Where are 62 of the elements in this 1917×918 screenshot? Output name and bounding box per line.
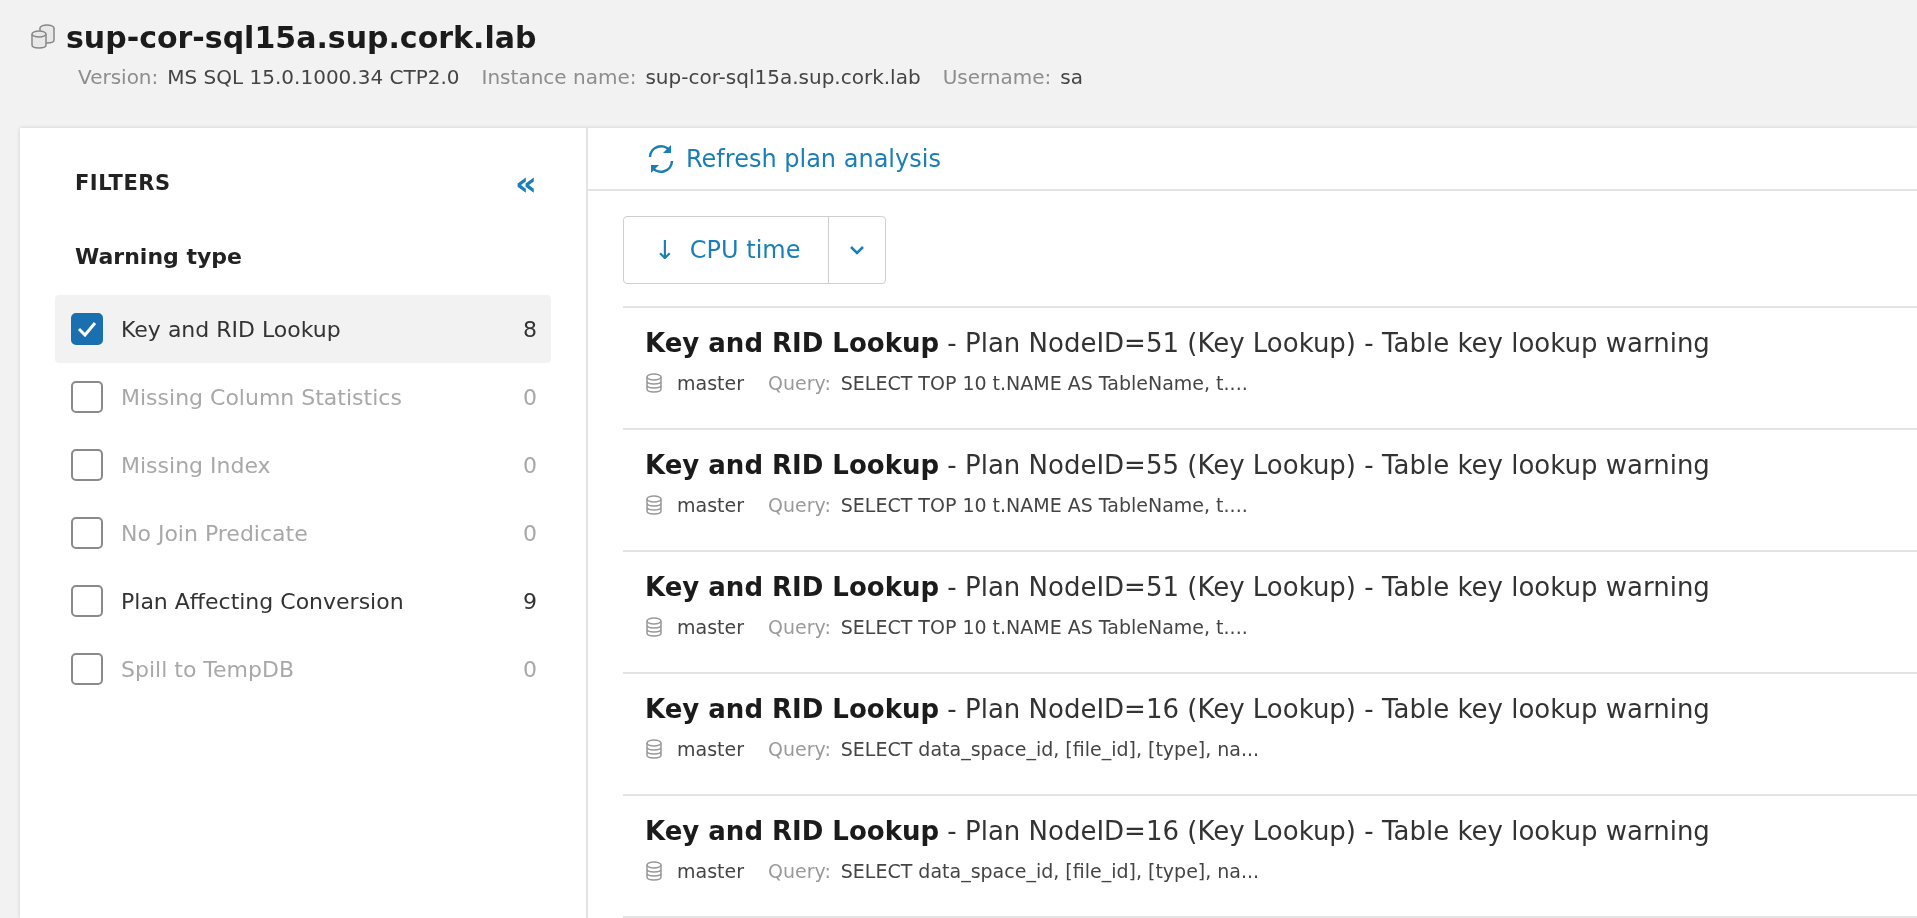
- caret-icon: [849, 245, 866, 255]
- warning-row[interactable]: Key and RID Lookup - Plan NodeID=16 (Key Lookup) - Table key lookup warning master Query: SELECT data_space_id, [file_id], [type], na...: [623, 796, 1917, 918]
- database-icon: [645, 495, 663, 515]
- meta-value: sa: [1060, 65, 1083, 89]
- meta-label: Username:: [942, 65, 1052, 89]
- refresh-link[interactable]: Refresh plan analysis: [644, 141, 941, 176]
- meta-label: Instance name:: [481, 65, 637, 89]
- checkbox[interactable]: [71, 313, 103, 345]
- warning-title: Key and RID Lookup - Plan NodeID=55 (Key Lookup) - Table key lookup warning: [645, 450, 1711, 480]
- query-label: Query:: [768, 494, 831, 516]
- warning-row[interactable]: Key and RID Lookup - Plan NodeID=16 (Key Lookup) - Table key lookup warning master Query: SELECT data_space_id, [file_id], [type], na...: [623, 674, 1917, 796]
- check-icon: [77, 321, 97, 337]
- filter-count: 0: [522, 384, 537, 410]
- filter-label: Key and RID Lookup: [121, 316, 342, 342]
- meta-value: MS SQL 15.0.1000.34 CTP2.0: [167, 65, 460, 89]
- filter-count: 8: [522, 316, 537, 342]
- filters-heading: FILTERS: [75, 171, 171, 195]
- database-name: master: [677, 616, 744, 638]
- database-name: master: [677, 372, 744, 394]
- warning-title: Key and RID Lookup - Plan NodeID=16 (Key Lookup) - Table key lookup warning: [645, 816, 1711, 846]
- database-icon: [645, 373, 663, 393]
- filter-count: 0: [522, 452, 537, 478]
- database-icon: [645, 739, 663, 759]
- filter-item[interactable]: Plan Affecting Conversion 9: [55, 567, 551, 635]
- filter-label: Spill to TempDB: [121, 656, 295, 682]
- warning-title: Key and RID Lookup - Plan NodeID=51 (Key Lookup) - Table key lookup warning: [645, 328, 1711, 358]
- database-name: master: [677, 494, 744, 516]
- query-text: SELECT TOP 10 t.NAME AS TableName, t....: [840, 494, 1248, 516]
- query-text: SELECT TOP 10 t.NAME AS TableName, t....: [840, 616, 1248, 638]
- query-label: Query:: [768, 738, 831, 760]
- server-title: sup-cor-sql15a.sup.cork.lab: [66, 20, 537, 55]
- filter-label: No Join Predicate: [121, 520, 309, 546]
- filter-item[interactable]: Key and RID Lookup 8: [55, 295, 551, 363]
- query-label: Query:: [768, 860, 831, 882]
- warning-row[interactable]: Key and RID Lookup - Plan NodeID=51 (Key Lookup) - Table key lookup warning master Query: SELECT TOP 10 t.NAME AS TableName, t....: [623, 308, 1917, 430]
- meta-label: Version:: [78, 65, 159, 89]
- query-label: Query:: [768, 616, 831, 638]
- database-icon: [645, 861, 663, 881]
- filter-label: Missing Column Statistics: [121, 384, 403, 410]
- checkbox[interactable]: [71, 585, 103, 617]
- filter-count: 9: [522, 588, 537, 614]
- sort-dropdown[interactable]: ↓ CPU time: [623, 216, 887, 284]
- warning-row[interactable]: Key and RID Lookup - Plan NodeID=55 (Key Lookup) - Table key lookup warning master Query: SELECT TOP 10 t.NAME AS TableName, t....: [623, 430, 1917, 552]
- sort-arrow-icon: ↓: [654, 235, 676, 265]
- query-label: Query:: [768, 372, 831, 394]
- filter-count: 0: [522, 520, 537, 546]
- filter-label: Missing Index: [121, 452, 272, 478]
- query-text: SELECT TOP 10 t.NAME AS TableName, t....: [840, 372, 1248, 394]
- warning-title: Key and RID Lookup - Plan NodeID=16 (Key Lookup) - Table key lookup warning: [645, 694, 1711, 724]
- database-name: master: [677, 860, 744, 882]
- database-icon: [645, 617, 663, 637]
- warning-title: Key and RID Lookup - Plan NodeID=51 (Key Lookup) - Table key lookup warning: [645, 572, 1711, 602]
- collapse-button[interactable]: «: [515, 166, 551, 200]
- database-name: master: [677, 738, 744, 760]
- meta-value: sup-cor-sql15a.sup.cork.lab: [645, 65, 921, 89]
- group-heading: Warning type: [75, 244, 243, 269]
- filter-count: 0: [522, 656, 537, 682]
- sort-label: CPU time: [689, 236, 801, 264]
- query-text: SELECT data_space_id, [file_id], [type], na...: [840, 738, 1260, 760]
- query-text: SELECT data_space_id, [file_id], [type], na...: [840, 860, 1260, 882]
- filter-label: Plan Affecting Conversion: [121, 588, 405, 614]
- warning-row[interactable]: Key and RID Lookup - Plan NodeID=51 (Key Lookup) - Table key lookup warning master Query: SELECT TOP 10 t.NAME AS TableName, t....: [623, 552, 1917, 674]
